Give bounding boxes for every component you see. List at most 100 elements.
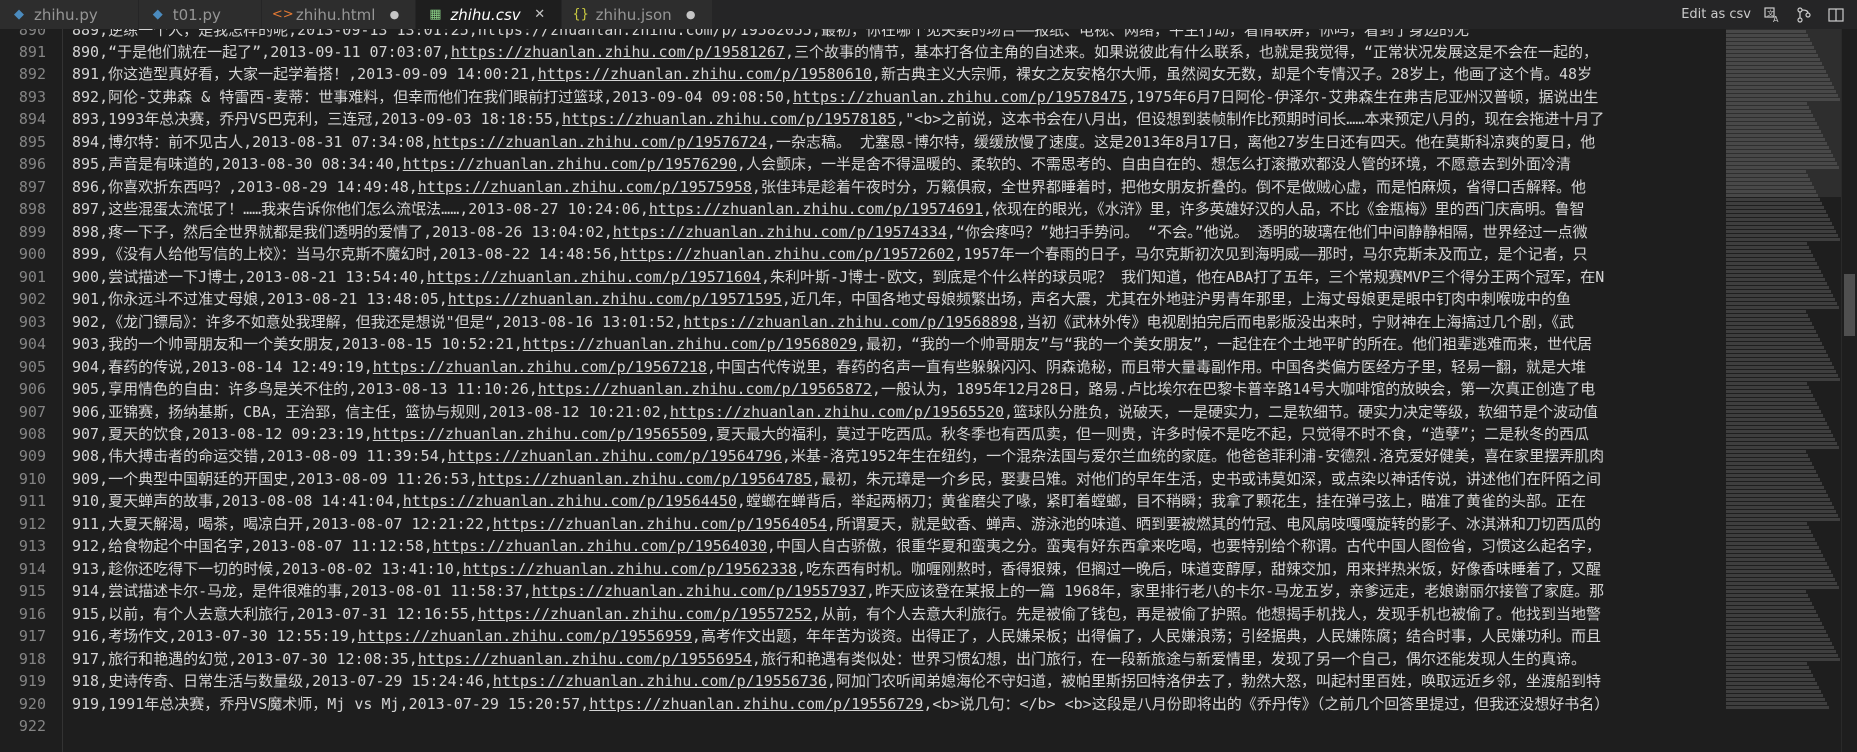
url-link[interactable]: https://zhuanlan.zhihu.com/p/19564450: [403, 492, 737, 510]
tab-zhihu-html[interactable]: <> zhihu.html ●: [261, 0, 417, 29]
code-line-partial: 890 889,逆练一个人，是我怎样的呢,2013-09-13 13:01:25…: [0, 29, 1857, 41]
url-link[interactable]: https://zhuanlan.zhihu.com/p/19556736: [493, 672, 827, 690]
url-link[interactable]: https://zhuanlan.zhihu.com/p/19571595: [448, 290, 782, 308]
edit-as-csv-button[interactable]: Edit as csv: [1681, 7, 1751, 22]
line-text: 903,我的一个帅哥朋友和一个美女朋友,2013-08-15 10:52:21,…: [72, 333, 1592, 355]
minimap-line: [1726, 294, 1833, 297]
csv-content: ,当初《武林外传》电视剧拍完后而电影版没出来时，宁财神在上海搞过几个剧，《武: [1017, 312, 1575, 331]
code-lines: 890 889,逆练一个人，是我怎样的呢,2013-09-13 13:01:25…: [0, 29, 1857, 738]
minimap-line: [1726, 626, 1824, 629]
url-link[interactable]: https://zhuanlan.zhihu.com/p/19557937: [532, 582, 866, 600]
line-number: 911: [18, 492, 46, 511]
url-link[interactable]: https://zhuanlan.zhihu.com/p/19578475: [793, 88, 1127, 106]
line-number: 908: [18, 424, 46, 443]
close-icon[interactable]: ✕: [533, 7, 547, 22]
url-link[interactable]: https://zhuanlan.zhihu.com/p/19567218: [373, 358, 707, 376]
url-link[interactable]: https://zhuanlan.zhihu.com/p/19565520: [670, 403, 1004, 421]
url-link[interactable]: https://zhuanlan.zhihu.com/p/19556959: [358, 627, 692, 645]
minimap-line: [1726, 466, 1814, 469]
code-line: 891 890,“于是他们就在一起了”,2013-09-11 07:03:07,h…: [0, 41, 1857, 63]
line-number: 893: [18, 87, 46, 106]
url-link[interactable]: https://zhuanlan.zhihu.com/p/19564030: [433, 537, 767, 555]
url-link[interactable]: https://zhuanlan.zhihu.com/p/19574691: [649, 200, 983, 218]
minimap-line: [1726, 546, 1819, 549]
url-link[interactable]: https://zhuanlan.zhihu.com/p/19578185: [562, 110, 896, 128]
csv-fields: 918,史诗传奇、日常生活与数量级,2013-07-29 15:24:46,: [72, 672, 493, 691]
scrollbar-thumb[interactable]: [1844, 274, 1855, 336]
minimap-line: [1726, 602, 1812, 605]
split-editor-icon[interactable]: [1825, 4, 1847, 26]
unsaved-dot-icon[interactable]: ●: [387, 8, 401, 21]
url-link[interactable]: https://zhuanlan.zhihu.com/p/19568029: [523, 335, 857, 353]
csv-fields: 914,尝试描述卡尔-马龙，是件很难的事,2013-08-01 11:58:37…: [72, 582, 532, 601]
code-line: 920 919,1991年总决赛，乔丹VS魔术师，Mj vs Mj,2013-07…: [0, 693, 1857, 715]
minimap-line: [1726, 614, 1818, 617]
minimap-line: [1726, 266, 1819, 269]
minimap-line: [1726, 398, 1815, 401]
unsaved-dot-icon[interactable]: ●: [684, 8, 698, 21]
csv-content: ,朱利叶斯-J博士-欧文，到底是个什么样的球员呢？ 我们知道，他在ABA打了五年…: [760, 267, 1605, 286]
line-text: 909,一个典型中国朝廷的开国史,2013-08-09 11:26:53,htt…: [72, 468, 1601, 490]
minimap-line: [1726, 434, 1833, 437]
code-line: 906 905,享用情色的自由：许多鸟是关不住的,2013-08-13 11:10…: [0, 378, 1857, 400]
python-icon: ◆: [152, 7, 163, 22]
line-number: 891: [18, 43, 46, 61]
line-number: 909: [18, 447, 46, 466]
url-link[interactable]: https://zhuanlan.zhihu.com/p/19557252: [478, 605, 812, 623]
minimap-line: [1726, 582, 1837, 585]
minimap-line: [1726, 302, 1837, 305]
url-link[interactable]: https://zhuanlan.zhihu.com/p/19576724: [433, 133, 767, 151]
url-link[interactable]: https://zhuanlan.zhihu.com/p/19571604: [427, 268, 761, 286]
url-link[interactable]: https://zhuanlan.zhihu.com/p/19572602: [620, 245, 954, 263]
url-link[interactable]: https://zhuanlan.zhihu.com/p/19575958: [418, 178, 752, 196]
url-link[interactable]: https://zhuanlan.zhihu.com/p/19565509: [373, 425, 707, 443]
csv-content: ,昨天应该登在某报上的一篇 1968年，家里排行老八的卡尔-马龙五岁，亲爹远走，…: [865, 582, 1605, 601]
csv-content: ,一般认为，1895年12月28日，路易.卢比埃尔在巴黎卡普辛路14号大咖啡馆的…: [871, 380, 1596, 399]
tab-t01-py[interactable]: ◆ t01.py: [138, 0, 262, 29]
url-link[interactable]: https://zhuanlan.zhihu.com/p/19576290: [403, 155, 737, 173]
line-number: 901: [18, 267, 46, 286]
url-link[interactable]: https://zhuanlan.zhihu.com/p/19568898: [683, 313, 1017, 331]
minimap-line: [1726, 526, 1809, 529]
url-link[interactable]: https://zhuanlan.zhihu.com/p/19580610: [538, 65, 872, 83]
minimap-line: [1726, 470, 1816, 473]
vertical-scrollbar[interactable]: [1841, 29, 1857, 752]
minimap-line: [1726, 650, 1836, 653]
url-link[interactable]: https://zhuanlan.zhihu.com/p/19556954: [418, 650, 752, 668]
minimap-line: [1726, 478, 1820, 481]
code-line: 897 896,你喜欢折东西吗？,2013-08-29 14:49:48,http…: [0, 176, 1857, 198]
tab-zhihu-py[interactable]: ◆ zhihu.py: [0, 0, 139, 29]
url-link[interactable]: https://zhuanlan.zhihu.com/p/19562338: [463, 560, 797, 578]
url-link[interactable]: https://zhuanlan.zhihu.com/p/19581267: [451, 43, 785, 61]
minimap-slider[interactable]: [1726, 29, 1841, 197]
translate-icon[interactable]: 文A: [1761, 4, 1783, 26]
line-number: 914: [18, 559, 46, 578]
line-number: 906: [18, 380, 46, 399]
line-text: 908,伟大搏击者的命运交错,2013-08-09 11:39:54,https…: [72, 445, 1604, 467]
url-link[interactable]: https://zhuanlan.zhihu.com/p/19556729: [589, 695, 923, 713]
minimap-line: [1726, 578, 1835, 581]
url-link[interactable]: https://zhuanlan.zhihu.com/p/19564796: [448, 447, 782, 465]
editor-actions: Edit as csv 文A: [1671, 0, 1857, 29]
minimap-line: [1726, 226, 1834, 229]
code-line: 895 894,博尔特：前不见古人,2013-08-31 07:34:08,htt…: [0, 131, 1857, 153]
url-link[interactable]: https://zhuanlan.zhihu.com/p/19564785: [478, 470, 812, 488]
minimap-line: [1726, 310, 1806, 313]
url-link[interactable]: https://zhuanlan.zhihu.com/p/19574334: [613, 223, 947, 241]
csv-content: ,最初，“我的一个帅哥朋友”与“我的一个美女朋友”，一起住在个土地平旷的所在。他…: [856, 335, 1593, 354]
go-to-file-icon[interactable]: [1793, 4, 1815, 26]
url-link[interactable]: https://zhuanlan.zhihu.com/p/19564054: [493, 515, 827, 533]
editor-pane[interactable]: 890 889,逆练一个人，是我怎样的呢,2013-09-13 13:01:25…: [0, 29, 1857, 752]
minimap-line: [1726, 586, 1839, 589]
code-line: 919 918,史诗传奇、日常生活与数量级,2013-07-29 15:24:46…: [0, 670, 1857, 692]
csv-content: ,旅行和艳遇有类似处：世界习惯幻想，出门旅行，在一段新旅途与新爱情里，发现了另一…: [751, 649, 1586, 668]
minimap-line: [1726, 482, 1822, 485]
tab-zhihu-csv[interactable]: ▦ zhihu.csv ✕: [416, 0, 562, 29]
minimap-line: [1726, 698, 1825, 701]
csv-fields: 899,《没有人给他写信的上校》：当马尔克斯不魔幻时,2013-08-22 14…: [72, 245, 621, 264]
tab-zhihu-json[interactable]: {} zhihu.json ●: [561, 0, 713, 29]
url-link[interactable]: https://zhuanlan.zhihu.com/p/19565872: [538, 380, 872, 398]
minimap-line: [1726, 690, 1821, 693]
line-text: 899,《没有人给他写信的上校》：当马尔克斯不魔幻时,2013-08-22 14…: [72, 243, 1588, 265]
line-text: 889,逆练一个人，是我怎样的呢,2013-09-13 13:01:25,htt…: [72, 29, 1470, 39]
